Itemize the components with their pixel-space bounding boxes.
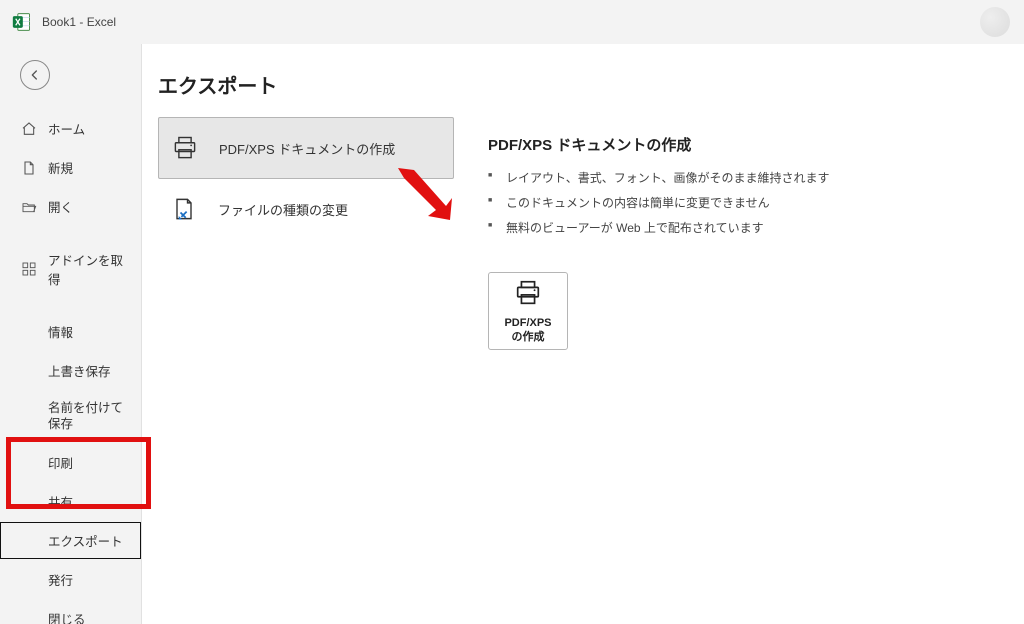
page-title: エクスポート [158,70,454,99]
addins-icon [20,260,38,278]
folder-open-icon [20,198,38,216]
export-option-changetype[interactable]: ファイルの種類の変更 [158,179,454,239]
new-file-icon [20,159,38,177]
sidebar-item-export[interactable]: エクスポート [0,522,141,559]
sidebar-item-share[interactable]: 共有 [0,483,141,520]
export-option-list: PDF/XPS ドキュメントの作成 ファイルの種類の変更 [158,117,454,239]
sidebar-item-new[interactable]: 新規 [0,149,141,186]
create-pdf-xps-button[interactable]: PDF/XPSの作成 [488,272,568,350]
excel-logo-icon [12,12,32,32]
detail-title: PDF/XPS ドキュメントの作成 [488,134,830,155]
window-title: Book1 - Excel [42,15,116,29]
sidebar-item-open[interactable]: 開く [0,188,141,225]
sidebar-item-addins[interactable]: アドインを取得 [0,241,141,297]
detail-bullet: レイアウト、書式、フォント、画像がそのまま維持されます [488,165,830,190]
backstage-sidebar: ホーム 新規 開く アドインを取得 情報 上書き保存 名前を付けて保存 印刷 共… [0,44,142,624]
sidebar-item-label: 共有 [48,492,73,511]
titlebar: Book1 - Excel [0,0,1024,44]
sidebar-item-info[interactable]: 情報 [0,313,141,350]
sidebar-item-label: 上書き保存 [48,361,111,380]
sidebar-item-label: 開く [48,197,73,216]
sidebar-item-label: 発行 [48,570,73,589]
detail-bullet: このドキュメントの内容は簡単に変更できません [488,190,830,215]
export-option-label: PDF/XPS ドキュメントの作成 [219,139,395,158]
sidebar-item-close[interactable]: 閉じる [0,600,141,624]
sidebar-item-label: ホーム [48,119,85,138]
sidebar-item-print[interactable]: 印刷 [0,444,141,481]
create-pdf-xps-label: PDF/XPSの作成 [504,317,551,345]
sidebar-item-label: エクスポート [48,531,123,550]
sidebar-item-saveas[interactable]: 名前を付けて保存 [0,391,141,442]
detail-bullets: レイアウト、書式、フォント、画像がそのまま維持されます このドキュメントの内容は… [488,165,830,240]
content-area: エクスポート PDF/XPS ドキュメントの作成 ファイルの種類の変更 PDF/… [142,44,1024,624]
sidebar-item-label: アドインを取得 [48,250,135,288]
change-file-type-icon [168,193,200,225]
user-avatar[interactable] [980,7,1010,37]
printer-icon [513,278,543,313]
detail-bullet: 無料のビューアーが Web 上で配布されています [488,215,830,240]
sidebar-item-save[interactable]: 上書き保存 [0,352,141,389]
sidebar-item-label: 閉じる [48,609,86,624]
printer-icon [169,132,201,164]
export-option-label: ファイルの種類の変更 [218,200,348,219]
sidebar-item-label: 名前を付けて保存 [48,400,135,433]
export-option-pdfxps[interactable]: PDF/XPS ドキュメントの作成 [158,117,454,179]
sidebar-item-publish[interactable]: 発行 [0,561,141,598]
sidebar-item-label: 新規 [48,158,73,177]
sidebar-item-label: 印刷 [48,453,73,472]
sidebar-item-home[interactable]: ホーム [0,110,141,147]
home-icon [20,120,38,138]
sidebar-item-label: 情報 [48,322,73,341]
back-button[interactable] [20,60,50,90]
